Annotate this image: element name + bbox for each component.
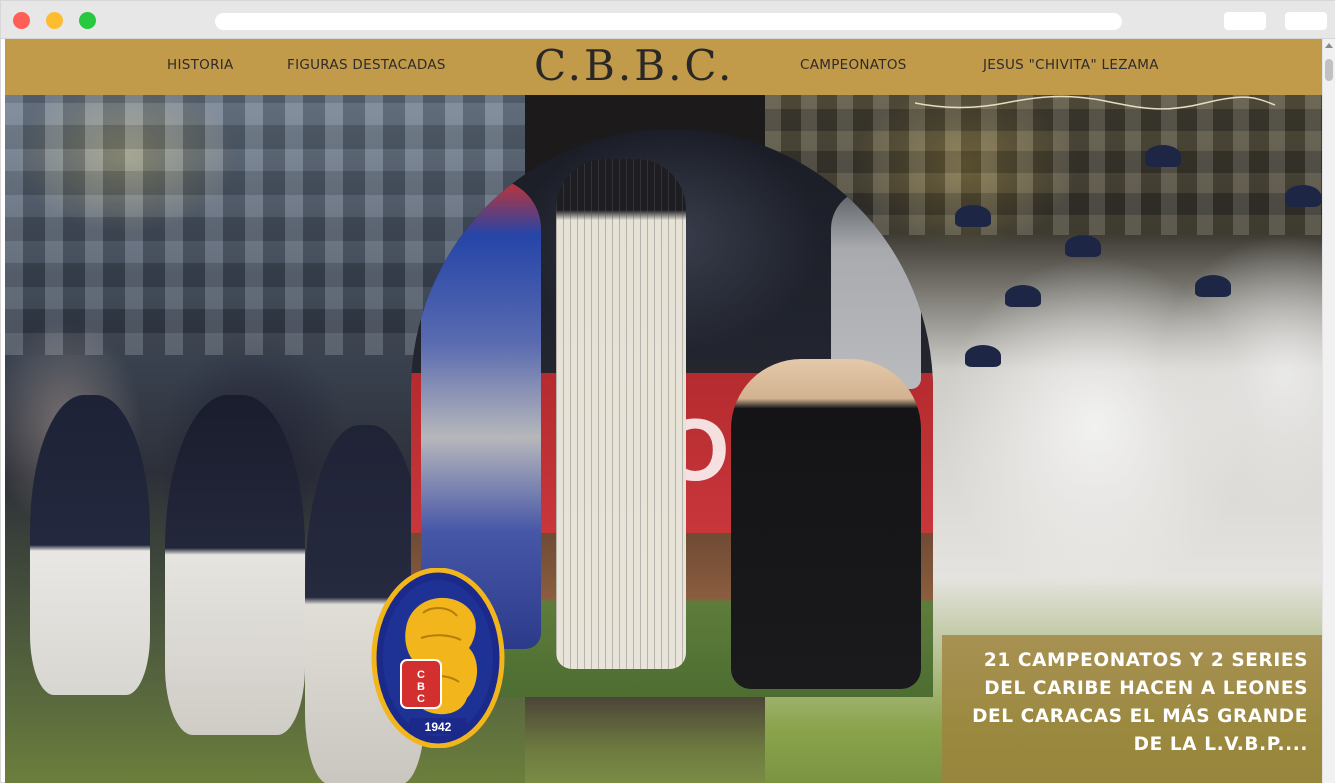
umpire-figure: [731, 359, 921, 689]
main-navigation: HISTORIA FIGURAS DESTACADAS C.B.B.C. CAM…: [5, 39, 1322, 95]
logo-letter-b: B: [417, 681, 425, 693]
player-figure: [165, 395, 305, 735]
caption-line: 21 CAMPEONATOS Y 2 SERIES: [983, 650, 1308, 671]
field-photo-strip: [525, 695, 765, 783]
caption-line: DEL CARIBE HACEN A LEONES: [984, 678, 1308, 699]
vertical-scrollbar[interactable]: [1322, 39, 1335, 783]
browser-window: HISTORIA FIGURAS DESTACADAS C.B.B.C. CAM…: [0, 0, 1335, 783]
player-cap: [1005, 285, 1041, 307]
site-logo-text[interactable]: C.B.B.C.: [534, 41, 734, 90]
nav-link-jesus-chivita-lezama[interactable]: JESUS "CHIVITA" LEZAMA: [983, 57, 1159, 73]
player-cap: [1145, 145, 1181, 167]
logo-year: 1942: [425, 720, 452, 734]
caption-line: DEL CARACAS EL MÁS GRANDE: [972, 706, 1308, 727]
hero-caption: 21 CAMPEONATOS Y 2 SERIES DEL CARIBE HAC…: [948, 647, 1308, 759]
page-viewport: HISTORIA FIGURAS DESTACADAS C.B.B.C. CAM…: [5, 39, 1322, 783]
player-cap: [1065, 235, 1101, 257]
hero-section: OYO C B C 19: [5, 95, 1322, 783]
minimize-window-button[interactable]: [46, 12, 63, 29]
hero-caption-box: 21 CAMPEONATOS Y 2 SERIES DEL CARIBE HAC…: [942, 635, 1322, 783]
player-cap: [1285, 185, 1321, 207]
scroll-up-icon[interactable]: [1325, 43, 1333, 48]
player-cap: [965, 345, 1001, 367]
player-cap: [1195, 275, 1231, 297]
decorative-squiggle: [915, 95, 1276, 110]
cbc-shield-logo: C B C 1942: [371, 568, 505, 748]
batter-figure: [556, 159, 686, 669]
nav-link-historia[interactable]: HISTORIA: [167, 57, 234, 73]
nav-link-campeonatos[interactable]: CAMPEONATOS: [800, 57, 907, 73]
browser-toolbar-button[interactable]: [1285, 12, 1327, 30]
address-bar[interactable]: [215, 13, 1122, 30]
scrollbar-thumb[interactable]: [1325, 59, 1333, 81]
player-figure: [30, 395, 150, 695]
logo-letter-c1: C: [417, 669, 425, 681]
close-window-button[interactable]: [13, 12, 30, 29]
maximize-window-button[interactable]: [79, 12, 96, 29]
nav-link-figuras-destacadas[interactable]: FIGURAS DESTACADAS: [287, 57, 446, 73]
player-cap: [955, 205, 991, 227]
browser-toolbar-button[interactable]: [1224, 12, 1266, 30]
logo-letter-c2: C: [417, 693, 425, 705]
browser-titlebar: [1, 1, 1335, 39]
caption-line: DE LA L.V.B.P....: [1133, 734, 1308, 755]
